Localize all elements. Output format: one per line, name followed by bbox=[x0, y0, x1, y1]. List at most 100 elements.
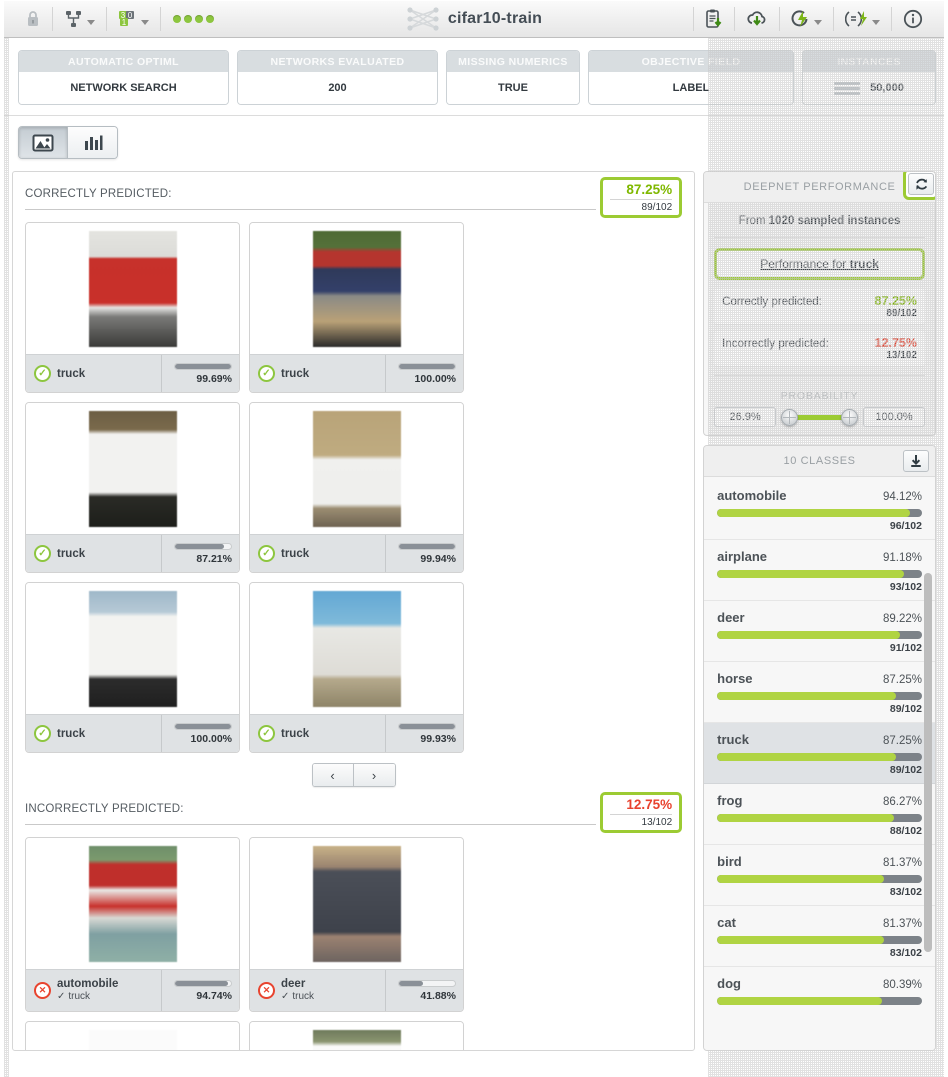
clipboard-download-icon[interactable] bbox=[694, 0, 734, 38]
card-label-area: ✓ truck bbox=[26, 355, 161, 392]
scrollbar-thumb[interactable] bbox=[924, 572, 932, 953]
check-circle-icon: ✓ bbox=[258, 545, 275, 562]
section-rule bbox=[25, 824, 597, 825]
flash-actions-icon[interactable] bbox=[780, 0, 833, 38]
confidence-bar bbox=[398, 722, 456, 730]
prediction-card[interactable]: ✕ airplane ✓truck 96.28% bbox=[25, 1021, 240, 1050]
error-circle-icon: ✕ bbox=[258, 982, 275, 999]
class-name: truck bbox=[717, 731, 749, 747]
status-dot bbox=[173, 14, 181, 23]
prediction-card[interactable]: ✓ truck 99.94% bbox=[249, 402, 464, 573]
prediction-card[interactable]: ✓ truck 100.00% bbox=[249, 222, 464, 393]
correctly-predicted-stat: 87.25% 89/102 bbox=[600, 177, 683, 218]
summary-card-automatic-optiml: AUTOMATIC OPTIML NETWORK SEARCH bbox=[18, 50, 229, 105]
prediction-card[interactable]: ✕ deer ✓ truck 41.88% bbox=[249, 837, 464, 1012]
card-label-area: ✓ truck bbox=[250, 535, 385, 572]
card-confidence: 94.74% bbox=[161, 970, 239, 1011]
confidence-value: 100.00% bbox=[190, 732, 232, 745]
summary-card-networks-evaluated: NETWORKS EVALUATED 200 bbox=[237, 50, 438, 105]
prediction-card[interactable]: ✓ truck 99.69% bbox=[25, 222, 240, 393]
probability-min-input[interactable]: 26.9% bbox=[714, 407, 777, 427]
classes-list[interactable]: automobile 94.12% 96/102 airplane 91.18% 9… bbox=[704, 476, 935, 1050]
thumbnail-image bbox=[312, 1029, 401, 1050]
summary-header: NETWORKS EVALUATED bbox=[238, 51, 437, 72]
class-item-cat[interactable]: cat 81.37% 83/102 bbox=[704, 906, 935, 967]
class-item-frog[interactable]: frog 86.27% 88/102 bbox=[704, 784, 935, 845]
class-item-airplane[interactable]: airplane 91.18% 93/102 bbox=[704, 540, 935, 601]
confidence-bar bbox=[174, 722, 232, 730]
prediction-card[interactable]: ✓ truck 87.21% bbox=[25, 402, 240, 573]
card-footer: ✕ deer ✓ truck 41.88% bbox=[250, 969, 463, 1011]
predicted-label: automobile bbox=[57, 978, 119, 990]
status-dots[interactable] bbox=[161, 14, 226, 23]
correct-next-button[interactable]: › bbox=[353, 764, 395, 786]
prediction-card[interactable]: ✕ automobile ✓ truck 94.74% bbox=[25, 837, 240, 1012]
prediction-card[interactable]: ✓ truck 99.93% bbox=[249, 582, 464, 753]
card-label-area: ✕ automobile ✓ truck bbox=[26, 970, 161, 1011]
summary-value: 200 bbox=[238, 72, 437, 104]
performance-for-class[interactable]: Performance for truck bbox=[714, 248, 925, 280]
card-thumbnail bbox=[26, 838, 239, 969]
class-percent: 86.27% bbox=[882, 795, 922, 808]
toolbar-right-group bbox=[693, 0, 934, 38]
card-thumbnail bbox=[26, 583, 239, 714]
network-tree-icon[interactable] bbox=[53, 0, 106, 38]
incorrect-stat-row: Incorrectly predicted: 12.75% 13/102 bbox=[714, 331, 925, 367]
confidence-bar bbox=[174, 979, 232, 987]
predicted-label: truck bbox=[57, 367, 86, 380]
chevron-down-icon bbox=[87, 19, 95, 25]
classes-panel-title: 10 CLASSES bbox=[783, 454, 856, 467]
classes-scrollbar[interactable] bbox=[924, 481, 932, 1050]
lock-icon[interactable] bbox=[14, 0, 52, 38]
predicted-label: deer bbox=[281, 978, 306, 990]
card-confidence: 100.00% bbox=[161, 715, 239, 752]
class-item-deer[interactable]: deer 89.22% 91/102 bbox=[704, 601, 935, 662]
correct-stat-row: Correctly predicted: 87.25% 89/102 bbox=[714, 289, 925, 325]
confidence-bar bbox=[174, 362, 232, 370]
class-item-dog[interactable]: dog 80.39% bbox=[704, 967, 935, 1015]
summary-header: OBJECTIVE FIELD bbox=[589, 51, 793, 72]
script-flash-icon[interactable] bbox=[834, 0, 891, 38]
thumbnail-image bbox=[312, 230, 401, 347]
correct-prev-button[interactable]: ‹ bbox=[312, 764, 354, 786]
info-icon[interactable] bbox=[892, 0, 934, 38]
class-item-bird[interactable]: bird 81.37% 83/102 bbox=[704, 845, 935, 906]
predicted-label: truck bbox=[57, 727, 86, 740]
stat-fraction: 89/102 bbox=[610, 199, 673, 213]
probability-max-input[interactable]: 100.0% bbox=[863, 407, 925, 427]
confidence-value: 100.00% bbox=[414, 372, 456, 385]
prediction-card[interactable]: ✓ truck 100.00% bbox=[25, 582, 240, 753]
class-item-truck[interactable]: truck 87.25% 89/102 bbox=[704, 722, 935, 784]
download-classes-button[interactable] bbox=[903, 449, 929, 472]
check-circle-icon: ✓ bbox=[34, 545, 51, 562]
correct-pager: ‹ › bbox=[25, 753, 682, 791]
prediction-card[interactable]: ✕ automobile ✓truck 68.62% bbox=[249, 1021, 464, 1050]
slider-knob-max[interactable] bbox=[841, 408, 858, 426]
chevron-down-icon bbox=[141, 19, 149, 25]
tab-bar-chart[interactable] bbox=[68, 127, 117, 158]
card-footer: ✓ truck 87.21% bbox=[26, 534, 239, 572]
class-name: cat bbox=[717, 914, 736, 930]
predicted-label: truck bbox=[57, 547, 86, 560]
confidence-value: 99.94% bbox=[420, 552, 456, 565]
true-label: ✓ truck bbox=[57, 991, 91, 1002]
classes-panel-header: 10 CLASSES bbox=[704, 445, 935, 477]
thumbnail-image bbox=[88, 410, 177, 527]
class-name: bird bbox=[717, 853, 742, 869]
dataset-fields-icon[interactable]: 301 bbox=[107, 0, 160, 38]
cloud-download-icon[interactable] bbox=[735, 0, 779, 38]
class-item-horse[interactable]: horse 87.25% 89/102 bbox=[704, 662, 935, 723]
card-footer: ✕ automobile ✓ truck 94.74% bbox=[26, 969, 239, 1011]
refresh-button[interactable] bbox=[908, 173, 934, 195]
class-item-automobile[interactable]: automobile 94.12% 96/102 bbox=[704, 479, 935, 540]
sampled-instances-line: From 1020 sampled instances bbox=[714, 213, 925, 237]
confidence-value: 94.74% bbox=[196, 989, 232, 1002]
class-fraction: 89/102 bbox=[889, 702, 922, 715]
slider-knob-min[interactable] bbox=[781, 408, 799, 426]
predictions-content: CORRECTLY PREDICTED: 87.25% 89/102 ✓ tru… bbox=[12, 171, 696, 1051]
card-label-area: ✕ deer ✓ truck bbox=[250, 970, 385, 1011]
class-bar bbox=[717, 752, 922, 761]
perf-for-class-name: truck bbox=[849, 257, 879, 271]
tab-image-gallery[interactable] bbox=[19, 127, 68, 158]
probability-slider[interactable] bbox=[781, 407, 858, 427]
